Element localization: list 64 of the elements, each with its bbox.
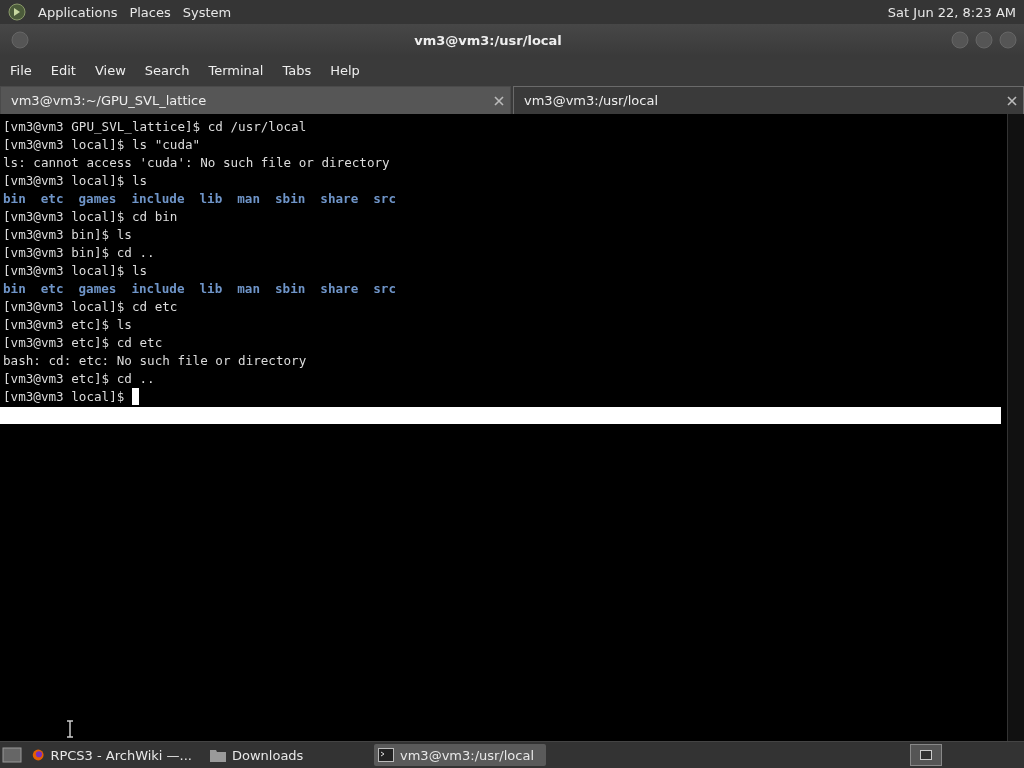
menu-item[interactable]: Help bbox=[322, 62, 368, 78]
menu-item[interactable]: Edit bbox=[42, 62, 84, 78]
directory-name: include bbox=[131, 280, 185, 298]
menu-item[interactable]: Terminal bbox=[200, 62, 272, 78]
terminal-line: [vm3@vm3 etc]$ ls bbox=[3, 316, 132, 334]
show-desktop-icon[interactable] bbox=[2, 746, 22, 764]
terminal-line: [vm3@vm3 etc]$ cd .. bbox=[3, 370, 155, 388]
scrollbar[interactable] bbox=[1007, 114, 1024, 741]
terminal-line: [vm3@vm3 GPU_SVL_lattice]$ cd /usr/local bbox=[3, 118, 307, 136]
directory-name: share bbox=[320, 280, 359, 298]
directory-name: games bbox=[78, 280, 117, 298]
directory-name: src bbox=[373, 190, 396, 208]
close-icon[interactable] bbox=[1007, 95, 1017, 106]
minimize-icon[interactable] bbox=[950, 30, 970, 50]
terminal-line: [vm3@vm3 local]$ cd etc bbox=[3, 298, 178, 316]
close-icon[interactable] bbox=[494, 95, 504, 106]
terminal-line: [vm3@vm3 local]$ cd bin bbox=[3, 208, 178, 226]
browser-icon bbox=[32, 747, 45, 763]
directory-name: src bbox=[373, 280, 396, 298]
clock[interactable]: Sat Jun 22, 8:23 AM bbox=[887, 4, 1016, 20]
app-menu-icon bbox=[8, 3, 26, 21]
directory-name: sbin bbox=[275, 190, 306, 208]
workspace-icon bbox=[920, 750, 932, 760]
terminal-line: bash: cd: etc: No such file or directory bbox=[3, 352, 307, 370]
directory-name: share bbox=[320, 190, 359, 208]
workspace-switcher[interactable] bbox=[910, 744, 942, 766]
menu-item[interactable]: View bbox=[86, 62, 134, 78]
terminal-line: [vm3@vm3 local]$ ls "cuda" bbox=[3, 136, 201, 154]
text-cursor bbox=[131, 388, 139, 405]
menu-item[interactable]: Search bbox=[136, 62, 198, 78]
panel-menu[interactable]: Places bbox=[129, 4, 171, 20]
terminal-prompt: [vm3@vm3 local]$ bbox=[3, 388, 126, 406]
directory-name: sbin bbox=[275, 280, 306, 298]
directory-name: etc bbox=[40, 190, 64, 208]
terminal-icon bbox=[378, 748, 394, 762]
panel-menu[interactable]: Applications bbox=[38, 4, 118, 20]
directory-name: etc bbox=[40, 280, 64, 298]
taskbar-item[interactable]: Downloads bbox=[206, 744, 368, 766]
terminal-line: [vm3@vm3 local]$ ls bbox=[3, 172, 148, 190]
directory-name: games bbox=[78, 190, 117, 208]
terminal-line: [vm3@vm3 etc]$ cd etc bbox=[3, 334, 163, 352]
window-title: vm3@vm3:/usr/local bbox=[413, 32, 563, 48]
directory-name: man bbox=[237, 280, 260, 298]
directory-name: lib bbox=[199, 190, 223, 208]
taskbar-item[interactable]: vm3@vm3:/usr/local bbox=[374, 744, 546, 766]
terminal-line: [vm3@vm3 local]$ ls bbox=[3, 262, 148, 280]
directory-name: bin bbox=[3, 280, 26, 298]
directory-name: man bbox=[237, 190, 260, 208]
terminal-line: [vm3@vm3 bin]$ ls bbox=[3, 226, 132, 244]
directory-name: include bbox=[131, 190, 185, 208]
menu-item[interactable]: Tabs bbox=[274, 62, 320, 78]
terminal-tab[interactable]: vm3@vm3:/usr/local bbox=[513, 86, 1024, 114]
taskbar-item[interactable]: RPCS3 - ArchWiki —... bbox=[28, 744, 200, 766]
directory-name: bin bbox=[3, 190, 26, 208]
folder-icon bbox=[210, 748, 226, 762]
terminal-line: ls: cannot access 'cuda': No such file or directory bbox=[3, 154, 390, 172]
terminal-line: [vm3@vm3 bin]$ cd .. bbox=[3, 244, 155, 262]
menu-item[interactable]: File bbox=[2, 62, 40, 78]
terminal-tab[interactable]: vm3@vm3:~/GPU_SVL_lattice bbox=[0, 86, 511, 114]
mouse-pointer-icon bbox=[66, 720, 74, 738]
window-menu-icon[interactable] bbox=[10, 30, 30, 50]
maximize-icon[interactable] bbox=[974, 30, 994, 50]
panel-menu[interactable]: System bbox=[182, 4, 232, 20]
directory-name: lib bbox=[199, 280, 223, 298]
